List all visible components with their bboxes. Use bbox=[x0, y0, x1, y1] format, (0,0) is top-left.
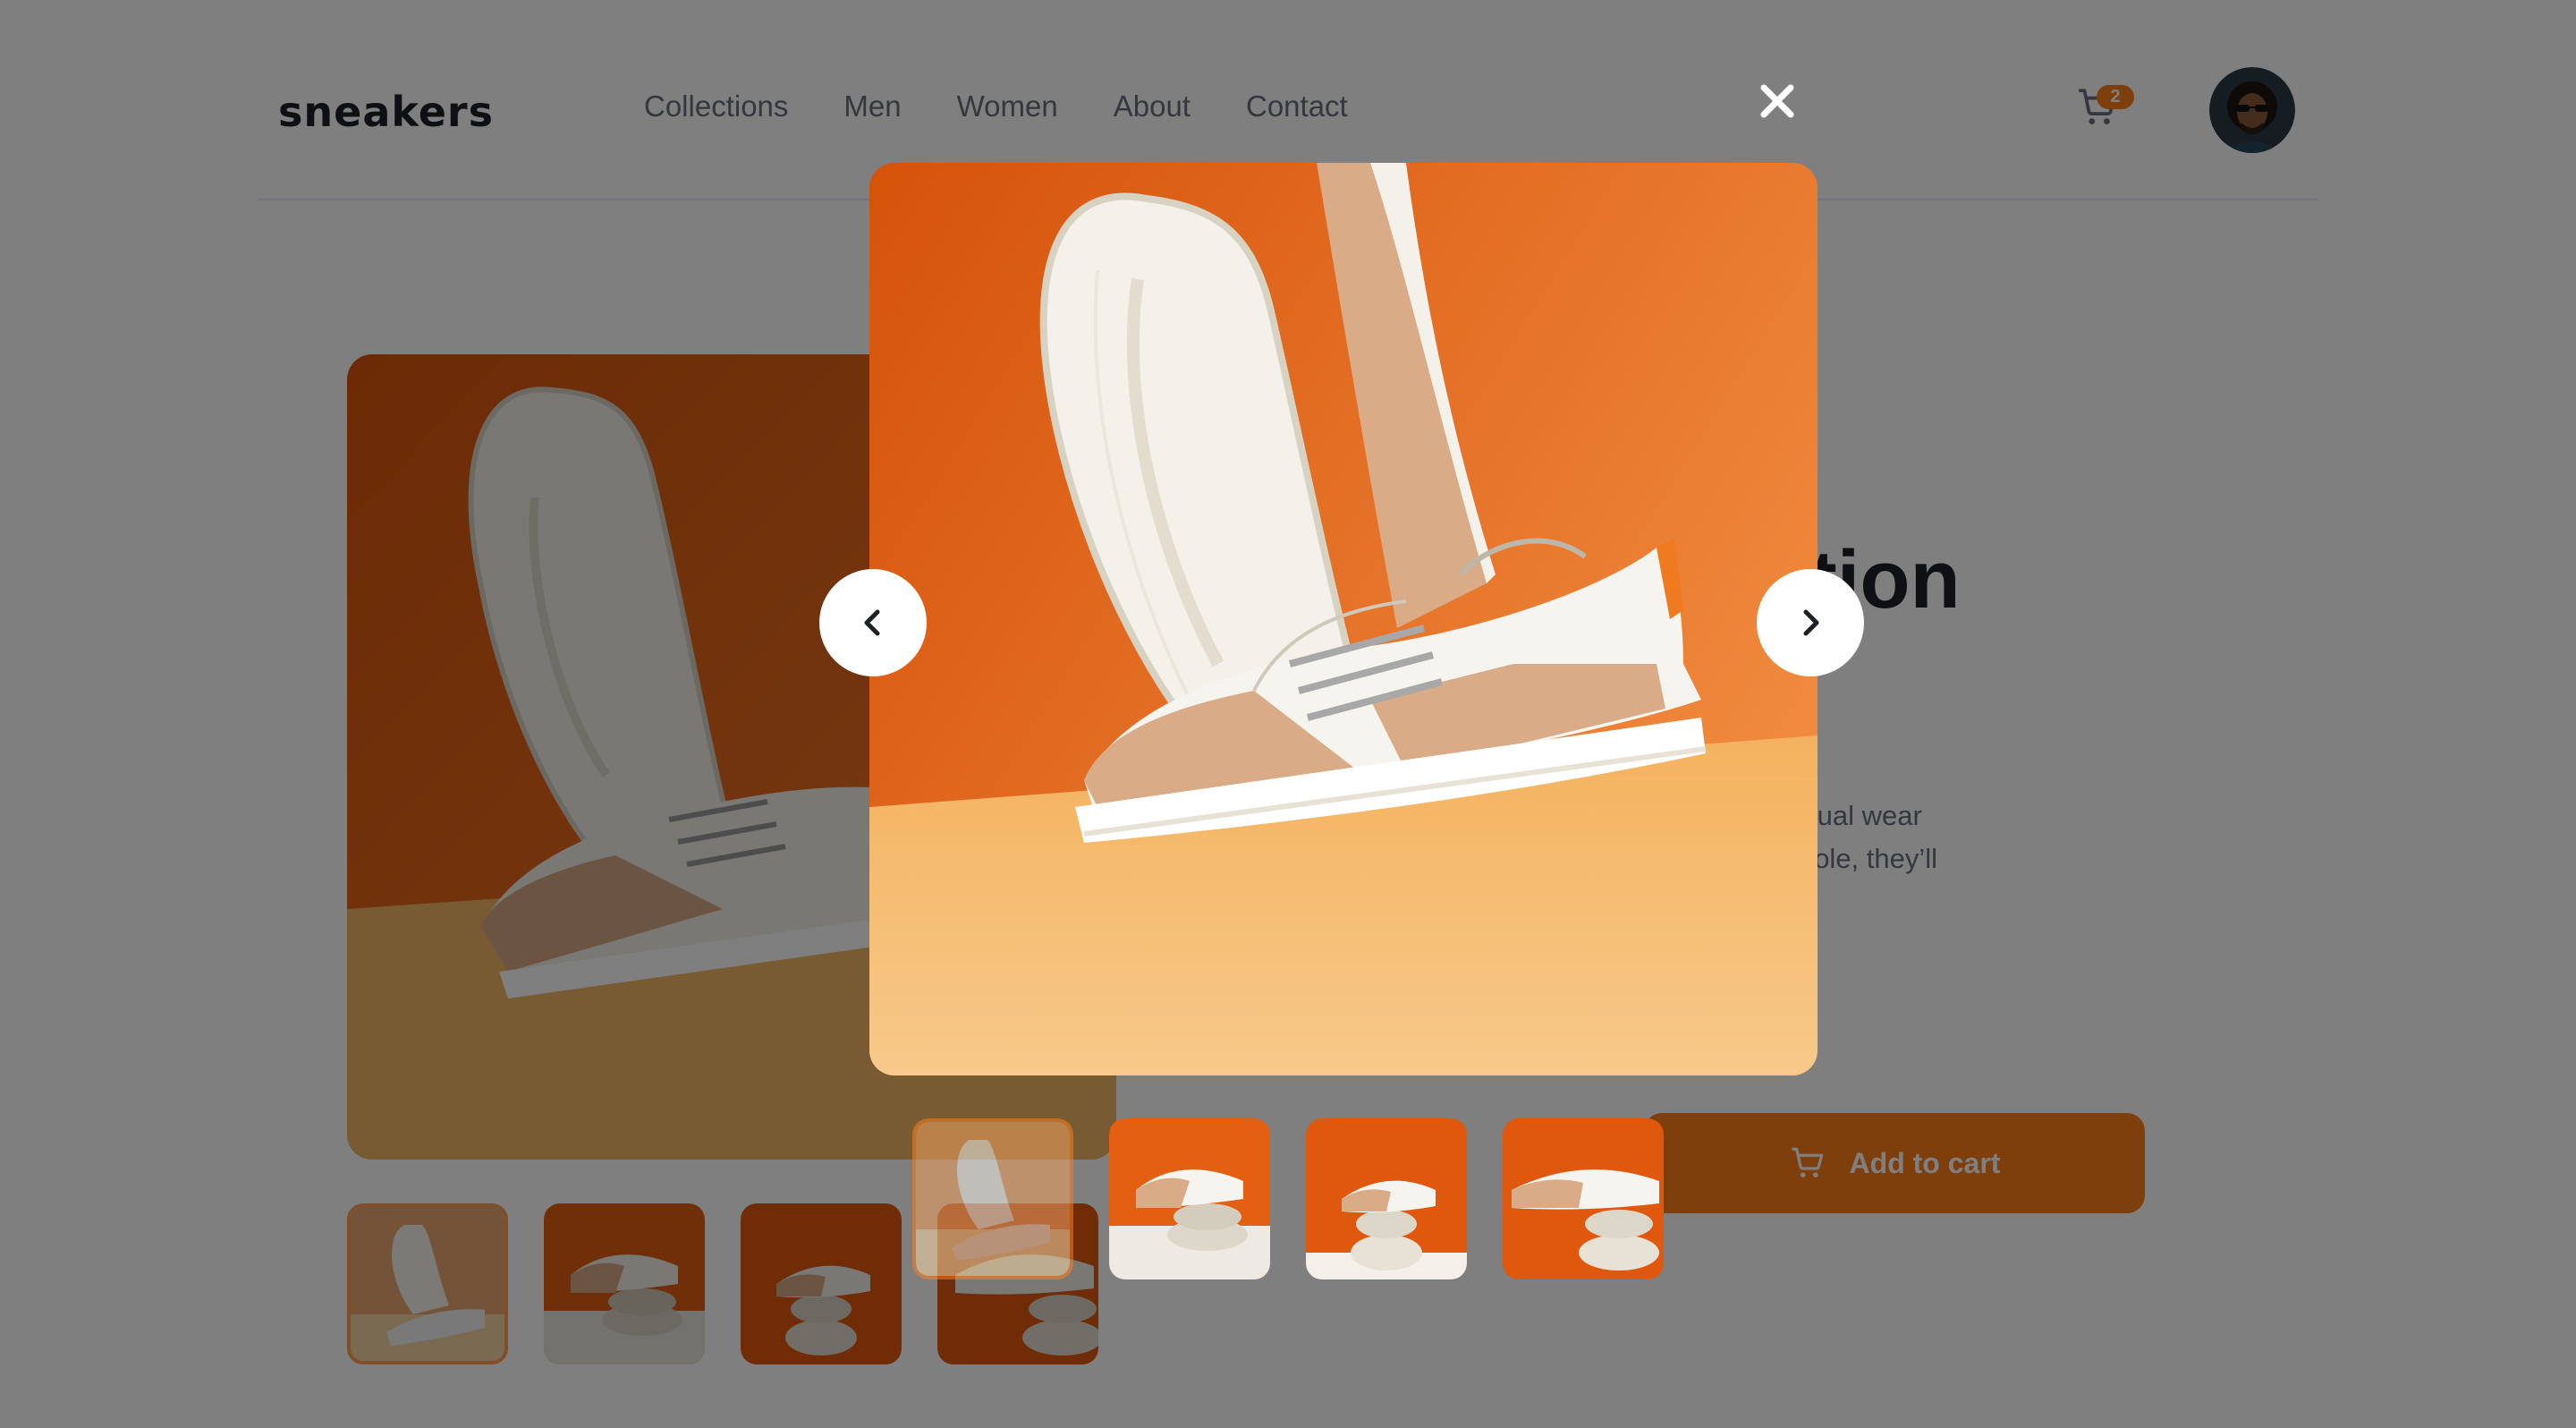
lightbox-main-image bbox=[869, 163, 1818, 1075]
next-image-button[interactable] bbox=[1757, 569, 1864, 676]
lightbox-thumbnail-3[interactable] bbox=[1306, 1118, 1467, 1279]
chevron-left-icon bbox=[864, 609, 880, 636]
lightbox-thumbnail-4[interactable] bbox=[1503, 1118, 1664, 1279]
previous-image-button[interactable] bbox=[819, 569, 927, 676]
close-icon bbox=[1760, 84, 1794, 118]
lightbox-thumbnail-2[interactable] bbox=[1109, 1118, 1270, 1279]
lightbox-thumbnail-1[interactable] bbox=[912, 1118, 1073, 1279]
close-lightbox-button[interactable] bbox=[1755, 79, 1800, 123]
chevron-right-icon bbox=[1803, 609, 1819, 636]
lightbox-thumbnail-list bbox=[912, 1118, 1664, 1279]
